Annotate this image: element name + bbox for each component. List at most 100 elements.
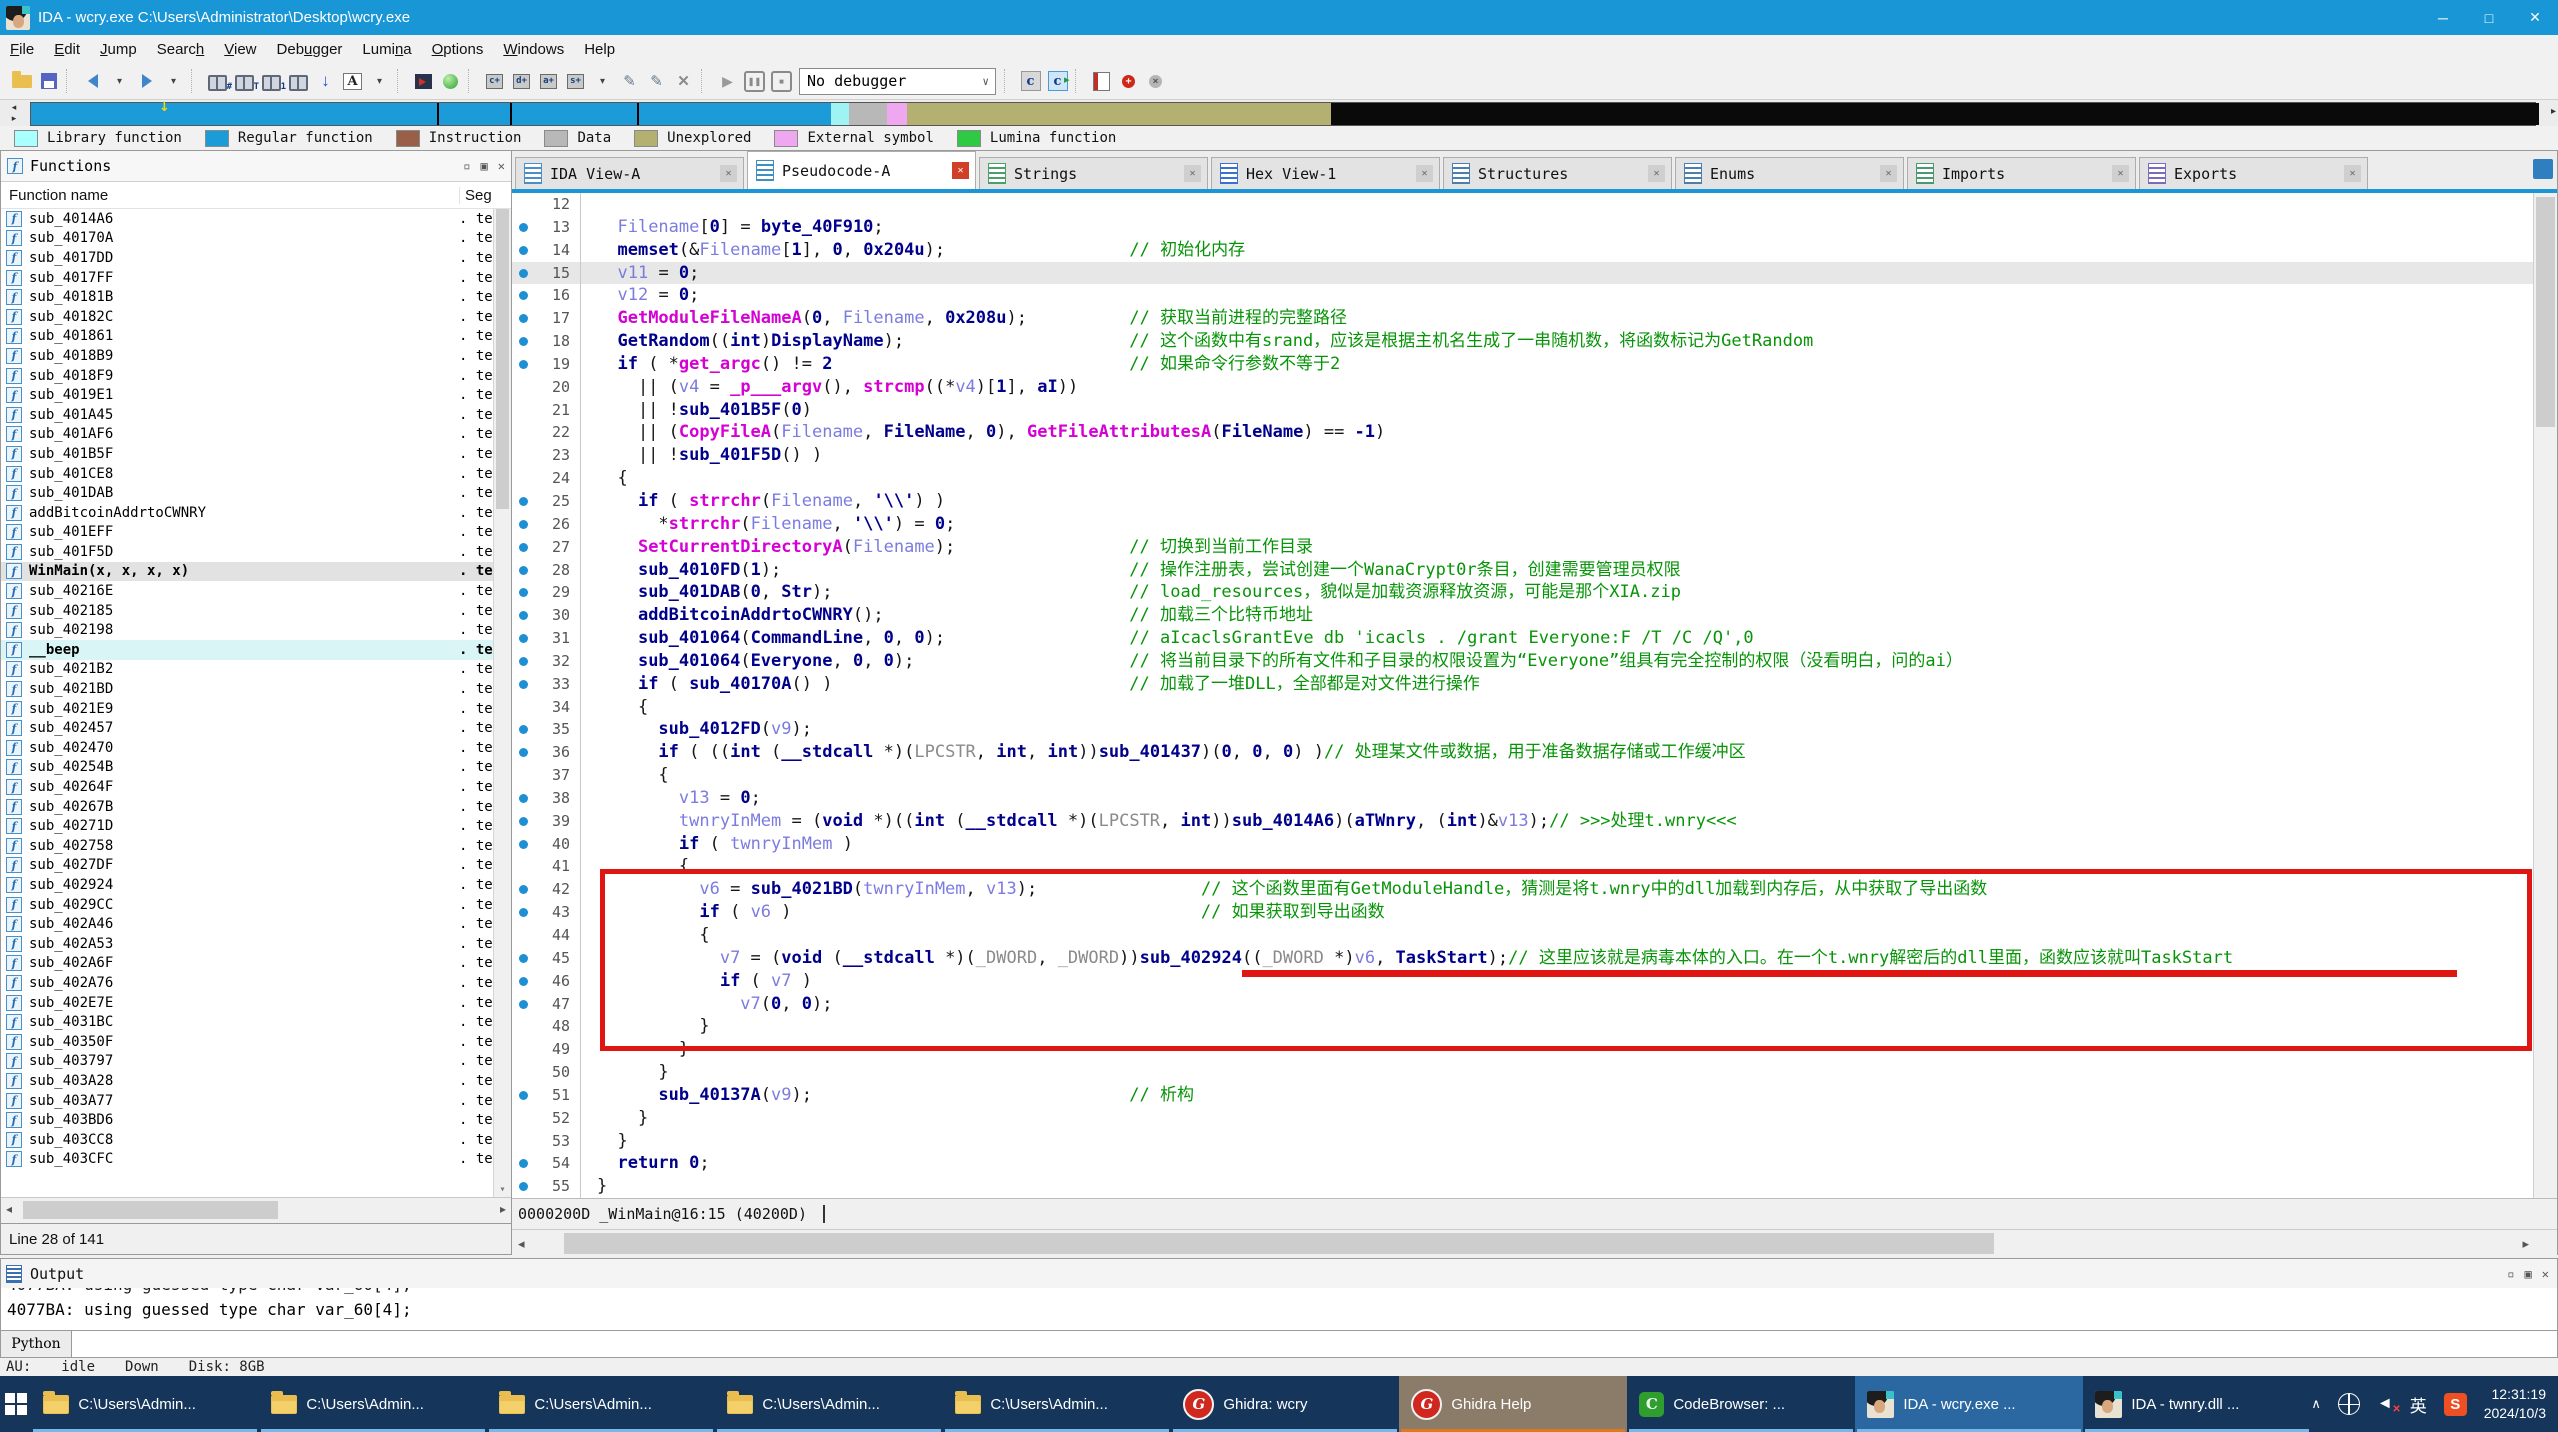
python-input[interactable] (72, 1330, 2558, 1358)
volume-muted-icon[interactable]: ◄✕ (2377, 1395, 2393, 1413)
function-list-item[interactable]: fsub_40271D. te (1, 816, 511, 836)
pseudocode-line-54[interactable]: 54 return 0; (512, 1152, 2557, 1175)
tab-strings[interactable]: Strings✕ (979, 157, 1208, 189)
make-data-button[interactable]: d+ (508, 68, 535, 95)
tab-close-icon[interactable]: ✕ (1880, 165, 1897, 182)
navband-scroll-arrows[interactable]: ◂▸ (4, 101, 24, 125)
tab-imports[interactable]: Imports✕ (1907, 157, 2136, 189)
names-button[interactable]: A (339, 68, 366, 95)
function-list-item[interactable]: fsub_401DAB. te (1, 483, 511, 503)
open-file-button[interactable] (8, 68, 35, 95)
function-list-item[interactable]: fsub_40267B. te (1, 797, 511, 817)
menu-file[interactable]: File (0, 38, 44, 61)
function-list-item[interactable]: fsub_403797. te (1, 1052, 511, 1072)
pseudocode-line-23[interactable]: 23 || !sub_401F5D() ) (512, 444, 2557, 467)
taskbar-clock[interactable]: 12:31:19 2024/10/3 (2484, 1385, 2546, 1423)
pseudocode-view[interactable]: 1213 Filename[0] = byte_40F910;14 memset… (512, 193, 2557, 1198)
function-list-item[interactable]: fsub_4027DF. te (1, 856, 511, 876)
taskbar-app-ida-wcry-exe-[interactable]: IDA - wcry.exe ... (1855, 1376, 2083, 1432)
tab-close-icon[interactable]: ✕ (952, 162, 969, 179)
tab-close-icon[interactable]: ✕ (2344, 165, 2361, 182)
back-history-dropdown[interactable]: ▾ (106, 68, 133, 95)
scroll-left-arrow[interactable]: ◂ (518, 1236, 525, 1252)
function-list-item[interactable]: fsub_40170A. te (1, 229, 511, 249)
pseudocode-line-19[interactable]: 19 if ( *get_argc() != 2 // 如果命令行参数不等于2 (512, 353, 2557, 376)
pseudocode-line-32[interactable]: 32 sub_401064(Everyone, 0, 0); // 将当前目录下… (512, 650, 2557, 673)
tray-chevron-icon[interactable]: ∧ (2311, 1396, 2321, 1412)
tab-structures[interactable]: Structures✕ (1443, 157, 1672, 189)
pseudocode-line-29[interactable]: 29 sub_401DAB(0, Str); // load_resources… (512, 581, 2557, 604)
pseudocode-line-12[interactable]: 12 (512, 193, 2557, 216)
make-string-button[interactable]: s+ (562, 68, 589, 95)
debugger-stop-button[interactable]: ■ (768, 68, 795, 95)
lumina-button[interactable] (437, 68, 464, 95)
scrollbar-thumb[interactable] (564, 1233, 1994, 1254)
scrollbar-thumb[interactable] (23, 1201, 278, 1219)
tab-close-icon[interactable]: ✕ (1416, 165, 1433, 182)
function-list-item[interactable]: fsub_40264F. te (1, 777, 511, 797)
column-header-seg[interactable]: Seg (459, 187, 495, 204)
menu-view[interactable]: View (214, 38, 266, 61)
close-button[interactable]: ✕ (2512, 0, 2558, 35)
pseudocode-line-28[interactable]: 28 sub_4010FD(1); // 操作注册表，尝试创建一个WanaCry… (512, 559, 2557, 582)
menu-search[interactable]: Search (147, 38, 215, 61)
sogou-icon[interactable]: S (2444, 1393, 2467, 1416)
taskbar-app-c-users-admin-[interactable]: C:\Users\Admin... (259, 1376, 487, 1432)
pseudocode-line-21[interactable]: 21 || !sub_401B5F(0) (512, 399, 2557, 422)
quick-pseudocode-button[interactable]: c (1017, 68, 1044, 95)
scrollbar-thumb[interactable] (2536, 197, 2555, 427)
function-list-item[interactable]: fsub_401EFF. te (1, 523, 511, 543)
taskbar-app-c-users-admin-[interactable]: C:\Users\Admin... (715, 1376, 943, 1432)
pseudocode-line-39[interactable]: 39 twnryInMem = (void *)((int (__stdcall… (512, 810, 2557, 833)
function-list-item[interactable]: fsub_402470. te (1, 738, 511, 758)
pseudocode-line-36[interactable]: 36 if ( ((int (__stdcall *)(LPCSTR, int,… (512, 741, 2557, 764)
function-list-item[interactable]: fsub_403CFC. te (1, 1150, 511, 1170)
pseudocode-line-55[interactable]: 55} (512, 1175, 2557, 1198)
function-list-item[interactable]: fsub_4029CC. te (1, 895, 511, 915)
function-list-item[interactable]: fWinMain(x, x, x, x). te (1, 562, 511, 582)
breakpoint-delete-button[interactable]: × (1142, 68, 1169, 95)
column-header-function-name[interactable]: Function name (1, 187, 108, 204)
functions-restore-icon[interactable]: ▫ (463, 159, 470, 173)
forward-button[interactable] (133, 68, 160, 95)
function-list-item[interactable]: fsub_4018F9. te (1, 366, 511, 386)
edit-function-button[interactable]: ✎ (643, 68, 670, 95)
tab-close-icon[interactable]: ✕ (720, 165, 737, 182)
network-icon[interactable] (2338, 1393, 2360, 1415)
pseudocode-line-13[interactable]: 13 Filename[0] = byte_40F910; (512, 216, 2557, 239)
function-list-item[interactable]: fsub_402185. te (1, 601, 511, 621)
pseudocode-line-24[interactable]: 24 { (512, 467, 2557, 490)
jump-address-button[interactable]: ↓ (312, 68, 339, 95)
search-text-button[interactable]: T (231, 68, 258, 95)
pseudocode-line-53[interactable]: 53 } (512, 1130, 2557, 1153)
undefine-button[interactable]: ✕ (670, 68, 697, 95)
maximize-button[interactable]: □ (2466, 0, 2512, 35)
function-list-item[interactable]: fsub_402198. te (1, 620, 511, 640)
debugger-select[interactable]: No debugger∨ (799, 68, 996, 95)
taskbar-app-c-users-admin-[interactable]: C:\Users\Admin... (943, 1376, 1171, 1432)
function-list-item[interactable]: fsub_401AF6. te (1, 425, 511, 445)
pseudocode-line-26[interactable]: 26 *strrchr(Filename, '\\') = 0; (512, 513, 2557, 536)
pseudocode-line-38[interactable]: 38 v13 = 0; (512, 787, 2557, 810)
taskbar-app-ghidra-wcry[interactable]: GGhidra: wcry (1171, 1376, 1399, 1432)
function-list-item[interactable]: fsub_40182C. te (1, 307, 511, 327)
python-button[interactable]: Python (0, 1330, 72, 1358)
pseudocode-line-14[interactable]: 14 memset(&Filename[1], 0, 0x204u); // 初… (512, 239, 2557, 262)
back-button[interactable] (79, 68, 106, 95)
functions-vertical-scrollbar[interactable]: ▾ (493, 209, 511, 1197)
functions-horizontal-scrollbar[interactable]: ◂ ▸ (1, 1197, 511, 1223)
pseudocode-line-50[interactable]: 50 } (512, 1061, 2557, 1084)
function-list-item[interactable]: fsub_40254B. te (1, 758, 511, 778)
tab-list-button[interactable] (2533, 159, 2553, 179)
function-list-item[interactable]: fsub_402A6F. te (1, 954, 511, 974)
taskbar-app-c-users-admin-[interactable]: C:\Users\Admin... (31, 1376, 259, 1432)
pseudocode-line-52[interactable]: 52 } (512, 1107, 2557, 1130)
segments-button[interactable] (1088, 68, 1115, 95)
pseudocode-line-40[interactable]: 40 if ( twnryInMem ) (512, 833, 2557, 856)
tab-hex-view-1[interactable]: Hex View-1✕ (1211, 157, 1440, 189)
pseudocode-line-18[interactable]: 18 GetRandom((int)DisplayName); // 这个函数中… (512, 330, 2557, 353)
function-list-item[interactable]: fsub_402E7E. te (1, 993, 511, 1013)
function-list-item[interactable]: fsub_4014A6. te (1, 209, 511, 229)
function-list-item[interactable]: f__beep. te (1, 640, 511, 660)
function-list-item[interactable]: fsub_4021B2. te (1, 660, 511, 680)
